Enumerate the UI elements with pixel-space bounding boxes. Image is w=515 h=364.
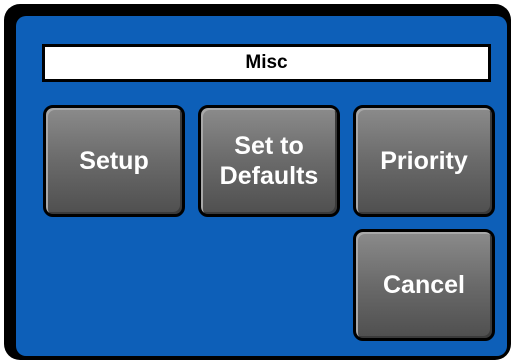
window-frame: Misc Setup Set to Defaults Priority Canc…	[4, 4, 511, 360]
priority-button[interactable]: Priority	[353, 105, 495, 217]
misc-panel: Misc Setup Set to Defaults Priority Canc…	[16, 16, 507, 356]
panel-title: Misc	[42, 44, 491, 82]
cancel-button[interactable]: Cancel	[353, 229, 495, 341]
setup-button[interactable]: Setup	[43, 105, 185, 217]
set-to-defaults-button[interactable]: Set to Defaults	[198, 105, 340, 217]
